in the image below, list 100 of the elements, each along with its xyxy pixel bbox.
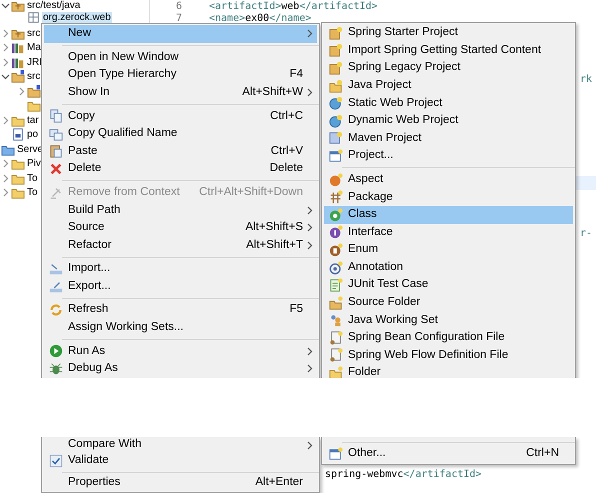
project-wizard-icon (329, 26, 343, 40)
menu-item[interactable]: Maven Project (324, 130, 573, 148)
code-line: spring-webmvc</artifactId> (325, 469, 482, 480)
menu-item[interactable]: Package (324, 188, 573, 206)
chevron-right-icon[interactable] (2, 116, 8, 125)
menu-item[interactable]: Compare With (44, 437, 317, 453)
menu-item[interactable]: Refactor Alt+Shift+T (44, 236, 317, 254)
folder-wizard-icon (329, 78, 343, 93)
menu-item[interactable]: Java Working Set (324, 312, 573, 330)
interface-icon (329, 225, 343, 240)
window-wizard-icon (329, 446, 343, 461)
tree-item[interactable]: src/test/java (26, 0, 82, 12)
menu-item[interactable]: Spring Web Flow Definition File (324, 346, 573, 364)
globe-icon (329, 114, 343, 128)
tree-item[interactable]: tar (26, 114, 40, 127)
menu-item[interactable]: Delete Delete (44, 160, 317, 178)
checkbox-icon (49, 454, 63, 468)
menu-item[interactable]: Annotation (324, 258, 573, 276)
menu-item[interactable]: Spring Legacy Project (324, 59, 573, 77)
chevron-right-icon[interactable] (2, 188, 8, 198)
menu-item[interactable]: Import Spring Getting Started Content (324, 42, 573, 60)
menu-item[interactable]: Validate (44, 453, 317, 469)
menu-item[interactable]: Source Folder (324, 294, 573, 312)
menu-item[interactable]: Java Project (324, 76, 573, 94)
menu-item[interactable]: Source Alt+Shift+S (44, 218, 317, 237)
menu-item[interactable]: Other... Ctrl+N (324, 445, 573, 463)
menu-item[interactable]: Project... (324, 147, 573, 165)
menu-item[interactable]: Properties Alt+Enter (44, 475, 317, 491)
menu-item[interactable]: Folder (324, 364, 573, 378)
folder-icon (329, 366, 343, 378)
document-icon (329, 278, 343, 292)
menu-item[interactable]: Dynamic Web Project (324, 112, 573, 130)
tree-item[interactable]: src (26, 26, 42, 40)
chevron-down-icon[interactable] (1, 2, 10, 9)
refresh-icon (49, 303, 63, 318)
chevron-right-icon[interactable] (18, 86, 24, 96)
line-number: 7 (174, 13, 182, 24)
copy-icon (49, 109, 63, 124)
code-line: rk (580, 73, 592, 87)
folder-icon (27, 84, 41, 98)
folder-icon (11, 186, 25, 200)
annotation-icon (329, 260, 343, 275)
bug-icon (49, 362, 63, 376)
menu-item[interactable]: JUnit Test Case (324, 276, 573, 294)
chevron-right-icon (307, 29, 313, 38)
chevron-right-icon[interactable] (2, 58, 8, 67)
tree-item[interactable]: src (26, 70, 42, 84)
menu-item[interactable]: Export... (44, 278, 317, 296)
menu-item[interactable]: Interface (324, 224, 573, 242)
chevron-right-icon[interactable] (2, 43, 8, 52)
menu-item[interactable]: Class (324, 206, 573, 224)
copy-icon (49, 126, 63, 141)
menu-item[interactable]: Open in New Window (44, 48, 317, 66)
code-line: <artifactId>web</artifactId> (209, 1, 378, 12)
menu-item[interactable]: Debug As (44, 360, 317, 378)
tree-item[interactable]: Ma (26, 41, 42, 54)
project-wizard-icon (329, 60, 343, 75)
project-wizard-icon (329, 43, 343, 58)
chevron-right-icon[interactable] (2, 174, 8, 183)
file-icon (329, 330, 343, 345)
aspect-icon (329, 172, 343, 187)
menu-item[interactable]: Aspect (324, 170, 573, 188)
tree-item[interactable]: To (26, 186, 39, 200)
tree-item[interactable]: Piv (26, 157, 42, 170)
menu-item[interactable]: Static Web Project (324, 94, 573, 112)
line-number: 6 (174, 1, 182, 12)
books-icon (11, 41, 25, 54)
pin-icon (49, 186, 63, 200)
class-icon (329, 208, 343, 222)
menu-item[interactable]: Build Path (44, 201, 317, 219)
clipboard-icon (49, 144, 63, 158)
menu-item[interactable]: Paste Ctrl+V (44, 142, 317, 160)
menu-item[interactable]: Assign Working Sets... (44, 318, 317, 336)
globe-icon (329, 96, 343, 110)
chevron-right-icon[interactable] (2, 159, 8, 168)
menu-item[interactable]: Spring Starter Project (324, 24, 573, 42)
tree-item[interactable]: po (26, 128, 40, 142)
menu-item[interactable]: New (44, 25, 317, 43)
package-folder-icon (11, 0, 25, 12)
menu-item[interactable]: Import... (44, 260, 317, 278)
menu-item[interactable]: Show In Alt+Shift+W (44, 84, 317, 102)
menu-item[interactable]: Open Type Hierarchy F4 (44, 66, 317, 84)
menu-item[interactable]: Spring Bean Configuration File (324, 329, 573, 347)
chevron-right-icon[interactable] (2, 28, 8, 38)
project-wizard-icon (329, 131, 343, 146)
close-icon (49, 162, 63, 176)
menu-item[interactable]: Refresh F5 (44, 301, 317, 319)
menu-item[interactable]: Enum (324, 241, 573, 259)
menu-item[interactable]: Run As (44, 342, 317, 360)
tree-item[interactable]: To (26, 172, 39, 185)
menu-item[interactable]: Copy Qualified Name (44, 124, 317, 143)
tree-item[interactable]: org.zerock.web (42, 12, 112, 23)
menu-item[interactable]: Copy Ctrl+C (44, 107, 317, 125)
chevron-right-icon (307, 88, 313, 98)
package-icon (329, 190, 343, 204)
code-line: <name>ex00</name> (209, 13, 312, 24)
tree-item[interactable]: JRI (26, 56, 43, 69)
folder-icon (27, 99, 41, 112)
chevron-down-icon[interactable] (1, 74, 10, 80)
folder-icon (11, 70, 25, 84)
